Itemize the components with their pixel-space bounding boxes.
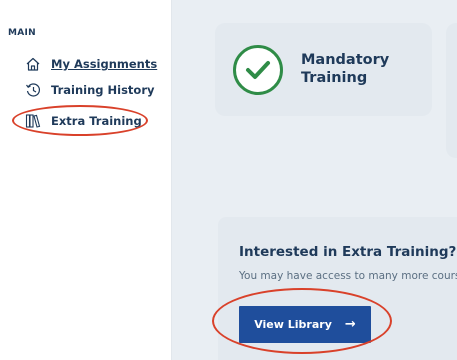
home-icon bbox=[24, 55, 42, 73]
sidebar: MAIN My Assignments Training History Ext… bbox=[0, 0, 172, 360]
sidebar-item-my-assignments[interactable]: My Assignments bbox=[24, 54, 157, 74]
extra-training-title: Interested in Extra Training? bbox=[239, 244, 457, 260]
annotation-circle-sidebar bbox=[12, 105, 148, 136]
extra-training-description: You may have access to many more cours bbox=[239, 270, 457, 282]
card-title: Mandatory Training bbox=[301, 52, 390, 86]
sidebar-item-label: My Assignments bbox=[51, 57, 158, 71]
check-icon bbox=[233, 45, 283, 95]
annotation-circle-button bbox=[212, 288, 392, 354]
sidebar-item-training-history[interactable]: Training History bbox=[24, 80, 154, 100]
sidebar-item-label: Training History bbox=[51, 83, 155, 97]
history-icon bbox=[24, 81, 42, 99]
mandatory-training-card[interactable]: Mandatory Training bbox=[215, 23, 432, 116]
next-card-partial[interactable] bbox=[446, 23, 457, 158]
sidebar-section-label: MAIN bbox=[8, 28, 37, 38]
